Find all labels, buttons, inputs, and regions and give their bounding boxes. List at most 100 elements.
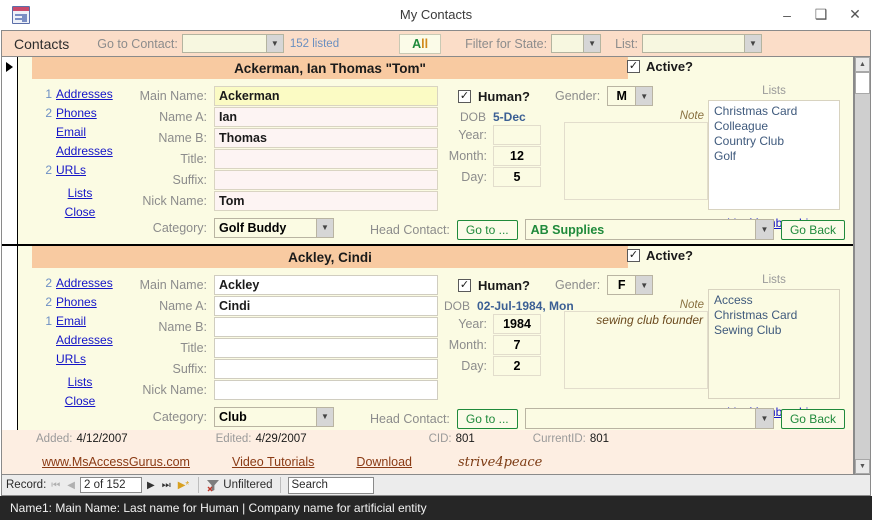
nick-name-input[interactable] <box>214 379 438 400</box>
dob-month-input[interactable]: 12 <box>493 145 541 166</box>
record-navigation-bar: Record: ⏮ ◀ 2 of 152 ▶ ⏭ ▶* Unfiltered S… <box>1 474 871 496</box>
name-a-input[interactable]: Cindi <box>214 295 438 316</box>
dob-month-input[interactable]: 7 <box>493 334 541 355</box>
current-record-arrow-icon <box>6 62 13 72</box>
go-back-button[interactable]: Go Back <box>780 408 845 429</box>
record-position-input[interactable]: 2 of 152 <box>79 477 142 493</box>
link-label[interactable]: Close <box>65 205 96 219</box>
search-input[interactable]: Search <box>287 476 374 494</box>
active-label: Active? <box>646 59 693 74</box>
chevron-down-icon[interactable]: ▼ <box>635 276 653 294</box>
nick-name-input[interactable]: Tom <box>214 190 438 211</box>
maximize-icon[interactable]: ❑ <box>804 0 838 30</box>
title-input[interactable] <box>214 148 438 169</box>
close-icon[interactable]: ✕ <box>838 0 872 30</box>
last-record-icon[interactable]: ⏭ <box>160 480 173 491</box>
lists-box[interactable]: Access Christmas Card Sewing Club <box>708 289 840 399</box>
filter-state-combo[interactable]: ▼ <box>551 34 602 53</box>
title-input[interactable] <box>214 337 438 358</box>
link-label[interactable]: Close <box>65 394 96 408</box>
link-label[interactable]: Email <box>56 314 86 328</box>
dob-day-input[interactable]: 5 <box>493 166 541 187</box>
link-label[interactable]: Lists <box>68 375 93 389</box>
note-input[interactable]: sewing club founder <box>564 311 708 389</box>
note-input[interactable] <box>564 122 708 200</box>
suffix-input[interactable] <box>214 169 438 190</box>
link-email-addresses[interactable]: Addresses <box>44 333 130 352</box>
link-addresses[interactable]: 2 Addresses <box>44 276 130 295</box>
link-email-addresses[interactable]: Addresses <box>44 144 130 163</box>
link-label[interactable]: URLs <box>56 163 86 177</box>
head-contact-combo[interactable]: ▼ <box>524 408 774 429</box>
goto-head-contact-button[interactable]: Go to ... <box>456 219 518 240</box>
chevron-down-icon[interactable]: ▼ <box>265 35 283 52</box>
go-back-button[interactable]: Go Back <box>780 219 845 240</box>
link-addresses[interactable]: 1 Addresses <box>44 87 130 106</box>
link-label[interactable]: Addresses <box>56 87 113 101</box>
link-phones[interactable]: 2 Phones <box>44 106 130 125</box>
all-button[interactable]: All <box>399 33 442 54</box>
chevron-down-icon[interactable]: ▼ <box>754 220 773 239</box>
link-label[interactable]: Phones <box>56 295 97 309</box>
goto-head-contact-button[interactable]: Go to ... <box>456 408 518 429</box>
suffix-input[interactable] <box>214 358 438 379</box>
link-email[interactable]: Email <box>44 125 130 144</box>
dob-year-label: Year: <box>458 127 487 142</box>
field-label: Main Name: <box>139 88 207 103</box>
active-checkbox-group[interactable]: ✓ Active? <box>627 59 693 74</box>
record-selector[interactable] <box>2 246 18 433</box>
scroll-down-icon[interactable]: ▼ <box>855 459 870 474</box>
first-record-icon[interactable]: ⏮ <box>49 480 62 491</box>
scroll-up-icon[interactable]: ▲ <box>855 57 870 72</box>
dob-year-input[interactable] <box>493 124 541 145</box>
link-video-tutorials[interactable]: Video Tutorials <box>232 455 314 469</box>
records-scroll: Ackerman, Ian Thomas "Tom" ✓ Active? 1 Ad… <box>2 57 853 435</box>
dob-month-label: Month: <box>448 337 487 352</box>
link-download[interactable]: Download <box>356 455 412 469</box>
gender-combo[interactable]: M ▼ <box>607 86 654 106</box>
link-label[interactable]: Addresses <box>56 333 113 347</box>
dob-year-input[interactable]: 1984 <box>493 313 541 334</box>
link-label[interactable]: Email <box>56 125 86 139</box>
goto-contact-combo[interactable]: ▼ <box>181 34 284 53</box>
head-contact-combo[interactable]: AB Supplies ▼ <box>524 219 774 240</box>
main-name-input[interactable]: Ackerman <box>214 85 438 106</box>
scrollbar-thumb[interactable] <box>855 72 870 94</box>
link-label[interactable]: Addresses <box>56 144 113 158</box>
chevron-down-icon[interactable]: ▼ <box>635 87 653 105</box>
chevron-down-icon[interactable]: ▼ <box>583 35 601 52</box>
link-label[interactable]: Addresses <box>56 276 113 290</box>
link-msaccessgurus[interactable]: www.MsAccessGurus.com <box>42 455 190 469</box>
name-b-input[interactable] <box>214 316 438 337</box>
name-b-input[interactable]: Thomas <box>214 127 438 148</box>
link-lists[interactable]: Lists <box>44 375 130 394</box>
list-filter-combo[interactable]: ▼ <box>642 34 763 53</box>
dob-day-input[interactable]: 2 <box>493 355 541 376</box>
link-email[interactable]: 1 Email <box>44 314 130 333</box>
new-record-icon[interactable]: ▶* <box>176 480 192 491</box>
main-name-input[interactable]: Ackley <box>214 274 438 295</box>
gender-combo[interactable]: F ▼ <box>607 275 654 295</box>
lists-box[interactable]: Christmas Card Colleague Country Club Go… <box>708 100 840 210</box>
filter-status-label[interactable]: Unfiltered <box>223 479 272 491</box>
link-label[interactable]: URLs <box>56 352 86 366</box>
active-checkbox[interactable]: ✓ <box>627 60 641 73</box>
link-urls[interactable]: 2 URLs <box>44 163 130 182</box>
vertical-scrollbar[interactable]: ▲ ▼ <box>854 57 870 474</box>
previous-record-icon[interactable]: ◀ <box>65 480 77 491</box>
name-a-input[interactable]: Ian <box>214 106 438 127</box>
minimize-icon[interactable]: – <box>770 0 804 30</box>
link-label[interactable]: Lists <box>68 186 93 200</box>
human-checkbox[interactable]: ✓ <box>458 278 471 292</box>
link-label[interactable]: Phones <box>56 106 97 120</box>
link-phones[interactable]: 2 Phones <box>44 295 130 314</box>
chevron-down-icon[interactable]: ▼ <box>754 409 773 428</box>
chevron-down-icon[interactable]: ▼ <box>744 35 762 52</box>
active-checkbox[interactable]: ✓ <box>627 249 641 262</box>
link-lists[interactable]: Lists <box>44 186 130 205</box>
record-selector[interactable] <box>2 57 18 244</box>
active-checkbox-group[interactable]: ✓ Active? <box>627 248 693 263</box>
next-record-icon[interactable]: ▶ <box>145 480 157 491</box>
link-urls[interactable]: URLs <box>44 352 130 371</box>
human-checkbox[interactable]: ✓ <box>458 89 471 103</box>
